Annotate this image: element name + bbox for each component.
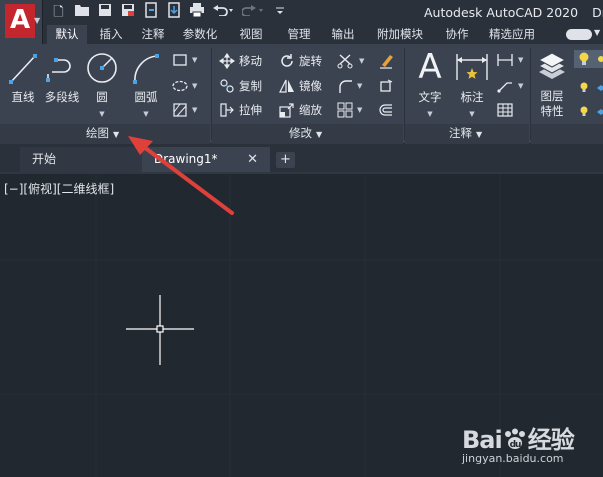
watermark-brand: Bai du 经验	[462, 420, 575, 455]
watermark-brand-suffix: 经验	[527, 426, 575, 454]
watermark-url: jingyan.baidu.com	[462, 452, 564, 465]
annotation-arrow	[128, 136, 234, 215]
autocad-window: 🗋 Autodesk AutoCAD 2020 D A ▼ 默认 插入 注释 参…	[0, 0, 603, 477]
watermark-brand-text: Bai	[462, 426, 503, 454]
svg-text:du: du	[509, 440, 520, 450]
paw-icon: du	[504, 428, 525, 450]
watermark: Bai du 经验 jingyan.baidu.com	[462, 410, 602, 476]
